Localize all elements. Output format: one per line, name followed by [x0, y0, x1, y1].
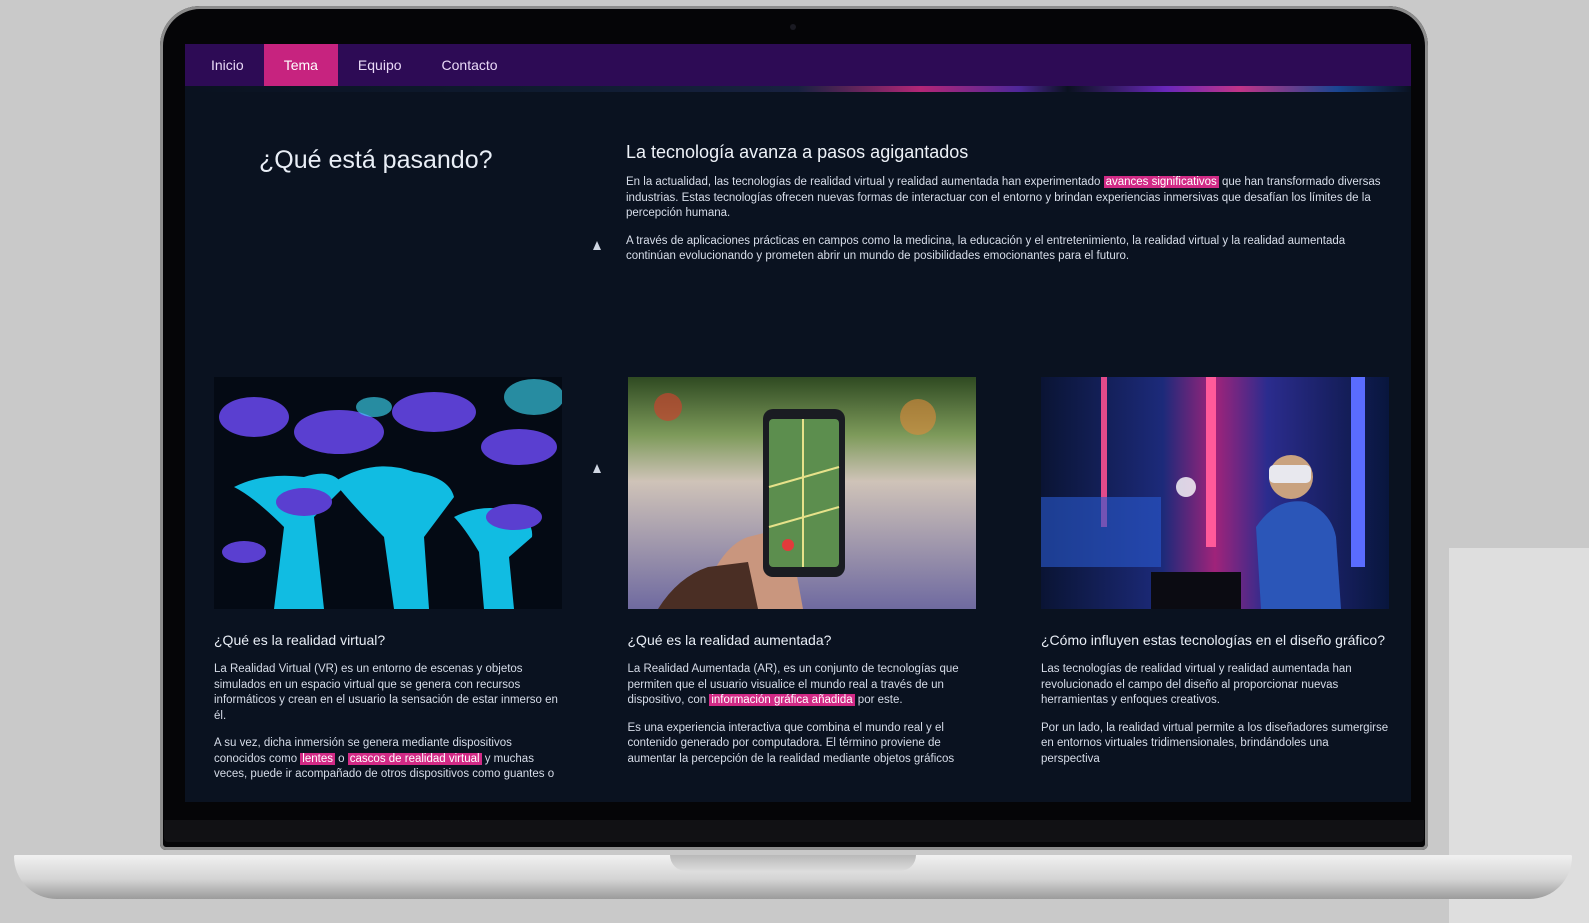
website-screen: Inicio Tema Equipo Contacto ¿Qué está pa…: [185, 44, 1411, 802]
card-paragraph: A su vez, dicha inmersión se genera medi…: [214, 736, 562, 783]
mouse-cursor-icon: [593, 241, 601, 250]
highlight: avances significativos: [1103, 176, 1219, 188]
text-span: En la actualidad, las tecnologías de rea…: [626, 176, 1104, 188]
section-title: ¿Qué está pasando?: [259, 146, 493, 174]
nav-tema[interactable]: Tema: [263, 44, 338, 86]
laptop-base: [14, 855, 1572, 899]
card-paragraph: La Realidad Virtual (VR) es un entorno d…: [214, 663, 558, 722]
screen-bezel: [164, 820, 1424, 842]
phone-ar-game-image: [627, 377, 976, 609]
laptop-notch: [670, 855, 916, 871]
card-ar: ¿Qué es la realidad aumentada? La Realid…: [627, 377, 976, 795]
highlight: cascos de realidad virtual: [347, 752, 482, 765]
card-title: ¿Qué es la realidad aumentada?: [627, 632, 832, 648]
highlight: lentes: [300, 752, 335, 765]
intro-paragraph-2: A través de aplicaciones prácticas en ca…: [626, 234, 1346, 263]
card-paragraph: Es una experiencia interactiva que combi…: [627, 721, 955, 765]
nav-equipo[interactable]: Equipo: [338, 44, 422, 86]
header-glow-strip: [185, 86, 1411, 92]
card-vr: ¿Qué es la realidad virtual? La Realidad…: [214, 377, 562, 795]
text-span: por este.: [854, 694, 903, 706]
nav-inicio[interactable]: Inicio: [191, 44, 264, 86]
vr-headset-user-image: [1041, 377, 1389, 609]
glowing-forest-image: [214, 377, 562, 609]
highlight: información gráfica añadida: [709, 694, 855, 706]
intro-paragraph-1: En la actualidad, las tecnologías de rea…: [626, 175, 1381, 222]
intro-heading: La tecnología avanza a pasos agigantados: [626, 142, 969, 162]
intro-text-block: La tecnología avanza a pasos agigantados…: [626, 142, 1381, 277]
cards-section: ¿Qué es la realidad virtual? La Realidad…: [214, 377, 1389, 795]
card-paragraph: La Realidad Aumentada (AR), es un conjun…: [628, 662, 976, 709]
card-title: ¿Qué es la realidad virtual?: [214, 632, 386, 648]
nav-contacto[interactable]: Contacto: [422, 44, 518, 86]
card-title: ¿Cómo influyen estas tecnologías en el d…: [1041, 632, 1385, 648]
text-span: o: [334, 752, 348, 765]
card-design: ¿Cómo influyen estas tecnologías en el d…: [1041, 377, 1389, 795]
card-paragraph: Por un lado, la realidad virtual permite…: [1041, 721, 1389, 765]
camera-icon: [790, 24, 796, 30]
top-navbar: Inicio Tema Equipo Contacto: [185, 44, 1411, 86]
card-paragraph: Las tecnologías de realidad virtual y re…: [1041, 663, 1352, 706]
